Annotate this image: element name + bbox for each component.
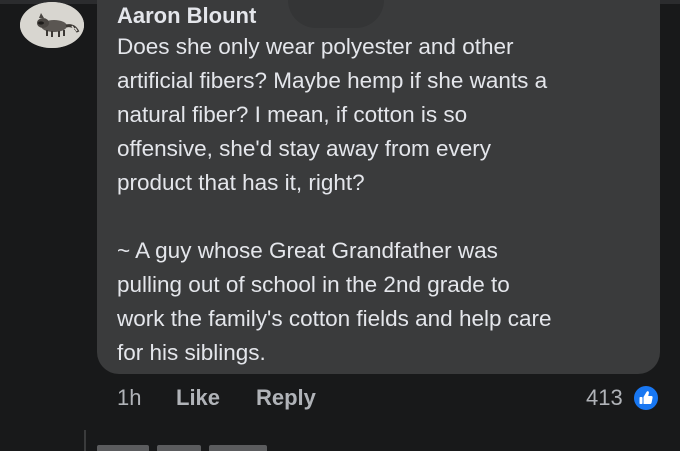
comment-body-text: Does she only wear polyester and other a… <box>117 34 552 365</box>
raccoon-avatar-icon <box>20 2 84 48</box>
reply-button[interactable]: Reply <box>256 384 316 412</box>
comment-timestamp[interactable]: 1h <box>117 384 141 412</box>
next-comment-cutoff <box>97 440 297 451</box>
comment-author-name[interactable]: Aaron Blount <box>117 4 256 28</box>
bubble-shadow-decoration <box>288 0 384 28</box>
like-button[interactable]: Like <box>176 384 220 412</box>
reply-thread-line <box>84 430 86 451</box>
thumbs-up-icon <box>639 391 653 404</box>
comment-view: Aaron Blount Does she only wear polyeste… <box>0 0 680 451</box>
reaction-count[interactable]: 413 <box>586 384 623 412</box>
profile-avatar[interactable] <box>20 2 84 48</box>
like-reaction-badge[interactable] <box>632 384 660 412</box>
